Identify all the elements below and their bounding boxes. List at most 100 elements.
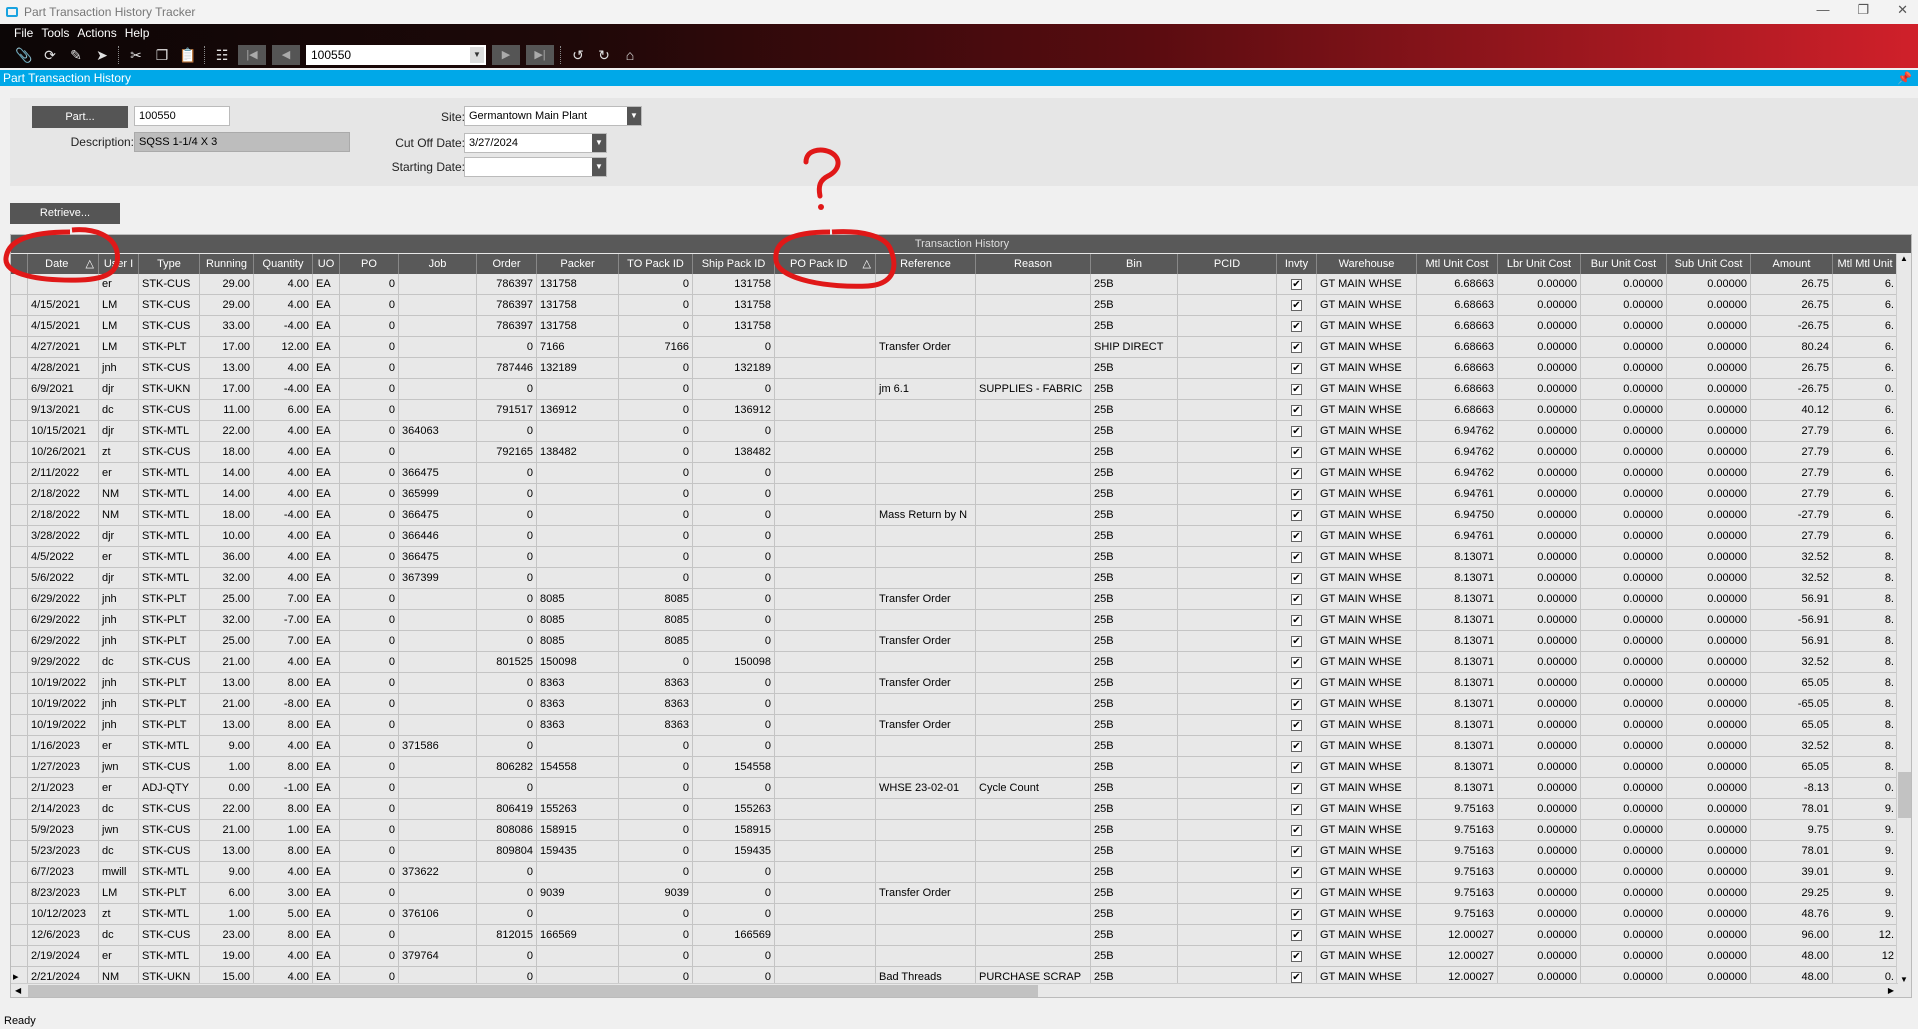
invty-checkbox[interactable]: ✔ [1291,782,1302,794]
pin-icon[interactable]: 📌 [1897,70,1912,86]
column-header-reference[interactable]: Reference [876,254,976,274]
column-header-bur-unit-cost[interactable]: Bur Unit Cost [1581,254,1667,274]
table-row[interactable]: 10/19/2022 jnh STK-PLT 21.00 -8.00 EA 0 0 8363 83… [11,694,1898,715]
part-input[interactable]: 100550 [134,106,230,126]
cutoff-date-input[interactable]: 3/27/2024 ▼ [464,133,607,153]
attach-icon[interactable]: 📎 [14,47,34,64]
row-selector[interactable] [11,463,28,483]
table-row[interactable]: 6/29/2022 jnh STK-PLT 25.00 7.00 EA 0 0 8085 8085… [11,631,1898,652]
invty-checkbox[interactable]: ✔ [1291,845,1302,857]
invty-checkbox[interactable]: ✔ [1291,698,1302,710]
invty-checkbox[interactable]: ✔ [1291,362,1302,374]
cell-invty[interactable]: ✔ [1277,673,1317,693]
horizontal-scroll-thumb[interactable] [28,985,1038,997]
part-button[interactable]: Part... [32,106,128,128]
starting-date-input[interactable]: ▼ [464,157,607,177]
cell-invty[interactable]: ✔ [1277,295,1317,315]
cell-invty[interactable]: ✔ [1277,778,1317,798]
row-selector[interactable] [11,484,28,504]
table-row[interactable]: 3/28/2022 djr STK-MTL 10.00 4.00 EA 0 366446 0 0 0… [11,526,1898,547]
invty-checkbox[interactable]: ✔ [1291,740,1302,752]
invty-checkbox[interactable]: ✔ [1291,383,1302,395]
row-selector[interactable] [11,925,28,945]
invty-checkbox[interactable]: ✔ [1291,572,1302,584]
row-selector[interactable] [11,757,28,777]
table-row[interactable]: 10/19/2022 jnh STK-PLT 13.00 8.00 EA 0 0 8363 836… [11,673,1898,694]
invty-checkbox[interactable]: ✔ [1291,635,1302,647]
column-header-job[interactable]: Job [399,254,477,274]
row-selector[interactable] [11,547,28,567]
column-header-running[interactable]: Running [200,254,254,274]
column-header-sub-unit-cost[interactable]: Sub Unit Cost [1667,254,1751,274]
cell-invty[interactable]: ✔ [1277,736,1317,756]
table-row[interactable]: 4/15/2021 LM STK-CUS 33.00 -4.00 EA 0 786397 131… [11,316,1898,337]
row-selector[interactable] [11,337,28,357]
row-selector[interactable] [11,904,28,924]
cell-invty[interactable]: ✔ [1277,841,1317,861]
table-row[interactable]: 2/14/2023 dc STK-CUS 22.00 8.00 EA 0 806419 1552… [11,799,1898,820]
invty-checkbox[interactable]: ✔ [1291,719,1302,731]
row-selector[interactable] [11,715,28,735]
row-selector[interactable] [11,631,28,651]
row-selector[interactable] [11,820,28,840]
table-row[interactable]: 6/9/2021 djr STK-UKN 17.00 -4.00 EA 0 0 0 0 jm 6.1… [11,379,1898,400]
cell-invty[interactable]: ✔ [1277,547,1317,567]
row-selector[interactable] [11,883,28,903]
row-selector[interactable] [11,694,28,714]
menu-help[interactable]: Help [125,26,150,40]
table-row[interactable]: 5/6/2022 djr STK-MTL 32.00 4.00 EA 0 367399 0 0 0 2… [11,568,1898,589]
table-row[interactable]: 1/27/2023 jwn STK-CUS 1.00 8.00 EA 0 806282 1545… [11,757,1898,778]
row-selector[interactable] [11,505,28,525]
table-row[interactable]: 2/19/2024 er STK-MTL 19.00 4.00 EA 0 379764 0 0 0 2… [11,946,1898,967]
cell-invty[interactable]: ✔ [1277,862,1317,882]
table-row[interactable]: 1/16/2023 er STK-MTL 9.00 4.00 EA 0 371586 0 0 0 25… [11,736,1898,757]
table-row[interactable]: 10/15/2021 djr STK-MTL 22.00 4.00 EA 0 364063 0 0… [11,421,1898,442]
cut-icon[interactable]: ✂ [126,47,146,64]
column-header-invty[interactable]: Invty [1277,254,1317,274]
invty-checkbox[interactable]: ✔ [1291,866,1302,878]
row-selector[interactable] [11,946,28,966]
invty-checkbox[interactable]: ✔ [1291,803,1302,815]
cell-invty[interactable]: ✔ [1277,379,1317,399]
horizontal-scrollbar[interactable]: ◀ ▶ [11,983,1898,997]
invty-checkbox[interactable]: ✔ [1291,950,1302,962]
menu-file[interactable]: File [14,26,33,40]
cell-invty[interactable]: ✔ [1277,421,1317,441]
cell-invty[interactable]: ✔ [1277,463,1317,483]
scroll-down-icon[interactable]: ▼ [1897,975,1911,984]
row-selector[interactable] [11,589,28,609]
invty-checkbox[interactable]: ✔ [1291,278,1302,290]
invty-checkbox[interactable]: ✔ [1291,425,1302,437]
column-header-lbr-unit-cost[interactable]: Lbr Unit Cost [1498,254,1581,274]
cell-invty[interactable]: ✔ [1277,589,1317,609]
table-row[interactable]: 10/26/2021 zt STK-CUS 18.00 4.00 EA 0 792165 138… [11,442,1898,463]
cell-invty[interactable]: ✔ [1277,925,1317,945]
column-header-pcid[interactable]: PCID [1178,254,1277,274]
row-selector[interactable] [11,652,28,672]
site-select[interactable]: Germantown Main Plant ▼ [464,106,642,126]
table-row[interactable]: 5/23/2023 dc STK-CUS 13.00 8.00 EA 0 809804 1594… [11,841,1898,862]
cell-invty[interactable]: ✔ [1277,400,1317,420]
vertical-scroll-thumb[interactable] [1898,772,1911,818]
chevron-down-icon[interactable]: ▼ [470,47,484,63]
retrieve-button[interactable]: Retrieve... [10,203,120,224]
cell-invty[interactable]: ✔ [1277,484,1317,504]
cell-invty[interactable]: ✔ [1277,568,1317,588]
scroll-left-icon[interactable]: ◀ [15,986,21,995]
invty-checkbox[interactable]: ✔ [1291,593,1302,605]
back-icon[interactable]: ↺ [568,47,588,64]
last-icon[interactable]: ▶| [526,45,554,65]
invty-checkbox[interactable]: ✔ [1291,299,1302,311]
cell-invty[interactable]: ✔ [1277,337,1317,357]
cell-invty[interactable]: ✔ [1277,715,1317,735]
close-button[interactable]: ✕ [1897,2,1908,18]
column-header-ship-pack-id[interactable]: Ship Pack ID [693,254,775,274]
row-selector[interactable] [11,799,28,819]
column-header-po-pack-id[interactable]: PO Pack ID △ [775,254,876,274]
row-selector[interactable] [11,526,28,546]
first-icon[interactable]: |◀ [238,45,266,65]
scroll-right-icon[interactable]: ▶ [1888,986,1894,995]
row-selector[interactable] [11,841,28,861]
invty-checkbox[interactable]: ✔ [1291,677,1302,689]
table-row[interactable]: 4/5/2022 er STK-MTL 36.00 4.00 EA 0 366475 0 0 0 25… [11,547,1898,568]
